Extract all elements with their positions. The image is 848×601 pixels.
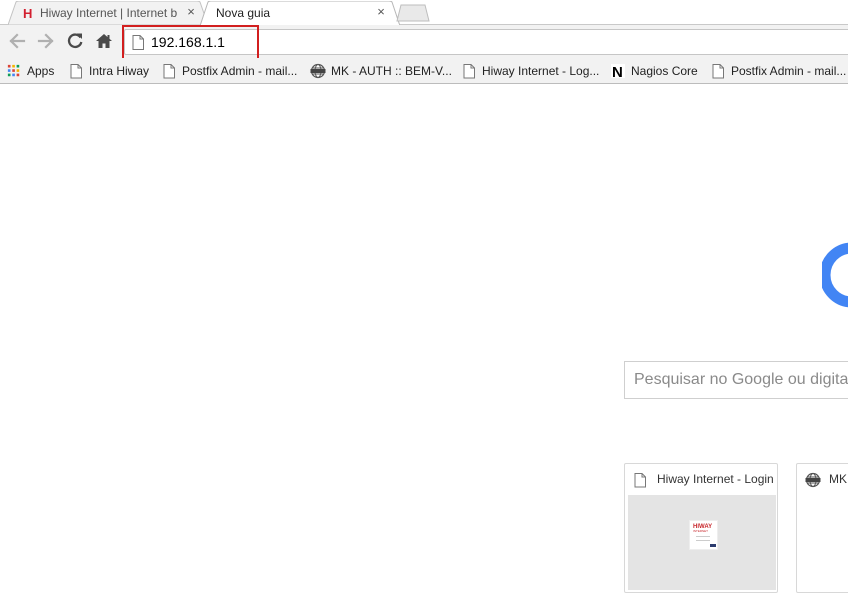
thumbnail-line <box>696 540 710 541</box>
bookmark-label: Apps <box>27 64 55 78</box>
tile-title: MK - AUTH :: BEM-VINDO <box>829 472 848 486</box>
tile-thumbnail <box>800 495 848 590</box>
tab-title: Hiway Internet | Internet b <box>40 6 178 20</box>
bookmark-label: Intra Hiway <box>89 64 150 78</box>
bookmarks-bar: Apps Intra Hiway Postfix Admin - mail...… <box>0 58 848 84</box>
bookmark-mk-auth[interactable]: MK - AUTH :: BEM-V... <box>310 62 452 80</box>
forward-arrow-icon[interactable] <box>36 31 56 51</box>
mk-globe-icon <box>805 472 821 488</box>
bookmark-label: MK - AUTH :: BEM-V... <box>331 64 452 78</box>
page-icon <box>163 64 175 79</box>
tile-title: Hiway Internet - Login <box>657 472 774 486</box>
mk-globe-icon <box>310 63 326 79</box>
tab-strip: H Hiway Internet | Internet b × Nova gui… <box>0 0 848 26</box>
tile-header: Hiway Internet - Login <box>625 464 777 495</box>
most-visited-tile-mk[interactable]: MK - AUTH :: BEM-VINDO <box>796 463 848 593</box>
most-visited-tile-hiway[interactable]: Hiway Internet - Login HIWAY INTERNET <box>624 463 778 593</box>
nagios-n-icon: N <box>611 64 625 79</box>
google-logo <box>822 242 848 308</box>
thumbnail-line <box>696 536 710 537</box>
close-icon[interactable]: × <box>374 5 388 19</box>
bookmark-label: Postfix Admin - mail... <box>182 64 298 78</box>
thumbnail-page: HIWAY INTERNET <box>689 520 718 550</box>
browser-window: H Hiway Internet | Internet b × Nova gui… <box>0 0 848 601</box>
page-icon <box>70 64 82 79</box>
bookmark-label: Postfix Admin - mail... <box>731 64 847 78</box>
apps-grid-icon <box>7 64 20 77</box>
back-arrow-icon[interactable] <box>7 31 27 51</box>
bookmark-nagios-core[interactable]: N Nagios Core <box>610 62 698 80</box>
hiway-favicon-letter: H <box>23 6 32 20</box>
google-search-box[interactable] <box>624 361 848 399</box>
bookmark-postfix-admin-2[interactable]: Postfix Admin - mail... <box>710 62 846 80</box>
bookmark-label: Nagios Core <box>631 64 698 78</box>
page-icon <box>712 64 724 79</box>
bookmark-apps[interactable]: Apps <box>7 62 54 80</box>
home-icon[interactable] <box>94 31 114 51</box>
nagios-letter: N <box>612 64 623 79</box>
bookmark-intra-hiway[interactable]: Intra Hiway <box>68 62 149 80</box>
tile-header: MK - AUTH :: BEM-VINDO <box>797 464 848 495</box>
page-icon <box>634 473 646 488</box>
search-input[interactable] <box>625 362 848 398</box>
tab-nova-guia[interactable]: Nova guia × <box>200 1 400 26</box>
bookmark-postfix-admin-1[interactable]: Postfix Admin - mail... <box>161 62 297 80</box>
hiway-h-icon: H <box>22 6 34 21</box>
thumbnail-logo-sub: INTERNET <box>693 529 708 533</box>
bookmark-label: Hiway Internet - Log... <box>482 64 600 78</box>
url-highlight-box <box>122 25 259 60</box>
reload-icon[interactable] <box>65 31 85 51</box>
close-icon[interactable]: × <box>184 5 198 19</box>
tab-title: Nova guia <box>216 6 271 20</box>
page-icon <box>463 64 475 79</box>
tile-thumbnail: HIWAY INTERNET <box>628 495 776 590</box>
tab-hiway[interactable]: H Hiway Internet | Internet b × <box>8 1 208 25</box>
new-tab-button[interactable] <box>396 4 430 22</box>
bookmark-hiway-login[interactable]: Hiway Internet - Log... <box>461 62 599 80</box>
thumbnail-button <box>710 544 716 547</box>
